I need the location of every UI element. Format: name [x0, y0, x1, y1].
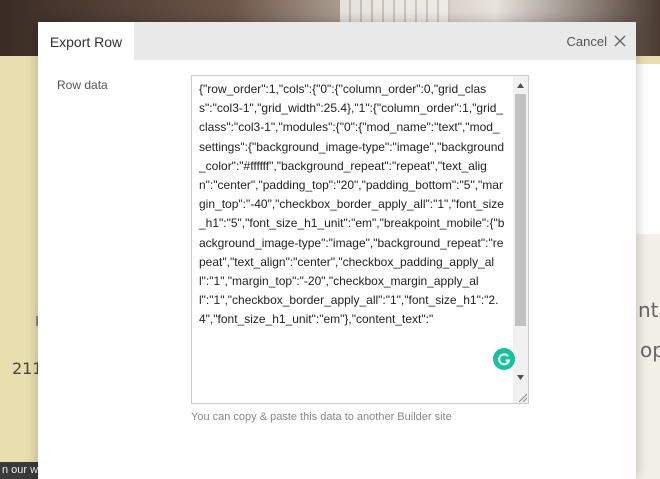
scroll-up-arrow-icon[interactable]: [513, 78, 528, 93]
help-text: You can copy & paste this data to anothe…: [191, 411, 452, 423]
scrollbar-thumb[interactable]: [515, 94, 526, 326]
dialog-header: Export Row Cancel: [38, 22, 636, 60]
close-icon: [614, 35, 626, 47]
keyboard-image: [340, 0, 450, 22]
grammarly-icon[interactable]: [493, 348, 515, 370]
background-card: [636, 64, 660, 234]
export-row-dialog: Export Row Cancel Row data {"row_order":…: [38, 22, 636, 479]
resize-handle-icon[interactable]: [517, 392, 527, 402]
row-data-value[interactable]: {"row_order":1,"cols":{"0":{"column_orde…: [199, 80, 505, 330]
background-footer-text: n our w: [0, 462, 40, 479]
background-heading-fragment-2: op: [640, 338, 660, 362]
cancel-label: Cancel: [566, 33, 607, 49]
cancel-button[interactable]: Cancel: [567, 31, 626, 51]
background-heading-fragment: nta: [638, 298, 660, 322]
tab-export-row[interactable]: Export Row: [38, 22, 134, 60]
row-data-textarea[interactable]: {"row_order":1,"cols":{"0":{"column_orde…: [191, 75, 529, 404]
row-data-label: Row data: [57, 78, 108, 92]
scroll-down-arrow-icon[interactable]: [513, 370, 528, 385]
textarea-scrollbar[interactable]: [513, 76, 528, 403]
